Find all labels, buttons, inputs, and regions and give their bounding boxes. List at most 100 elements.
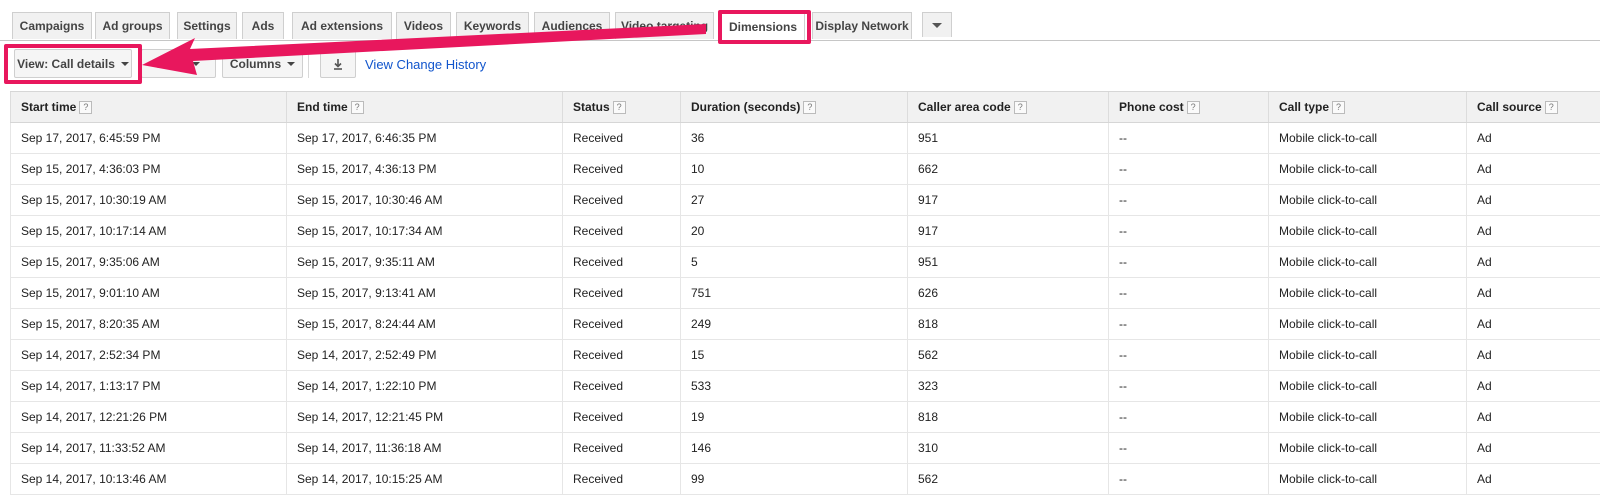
table-cell: Received — [563, 340, 681, 371]
table-cell: Sep 15, 2017, 10:30:46 AM — [287, 185, 563, 216]
table-cell: -- — [1109, 185, 1269, 216]
table-cell: Received — [563, 247, 681, 278]
table-cell: -- — [1109, 464, 1269, 495]
table-cell: Mobile click-to-call — [1269, 464, 1467, 495]
tab-campaigns[interactable]: Campaigns — [12, 12, 92, 39]
tab-videos[interactable]: Videos — [396, 12, 451, 39]
more-tabs-button[interactable] — [922, 12, 952, 37]
table-cell: Sep 14, 2017, 11:36:18 AM — [287, 433, 563, 464]
tab-bar: Campaigns Ad groups Settings Ads Ad exte… — [0, 0, 1600, 41]
table-cell: Received — [563, 278, 681, 309]
table-cell: 917 — [908, 216, 1109, 247]
table-cell: -- — [1109, 433, 1269, 464]
column-header[interactable]: Caller area code? — [908, 92, 1109, 123]
question-icon[interactable]: ? — [1187, 101, 1200, 114]
question-icon[interactable]: ? — [351, 101, 364, 114]
column-header[interactable]: Duration (seconds)? — [681, 92, 908, 123]
table-cell: Sep 14, 2017, 2:52:49 PM — [287, 340, 563, 371]
tab-ad-groups[interactable]: Ad groups — [95, 12, 170, 39]
table-cell: Mobile click-to-call — [1269, 402, 1467, 433]
table-cell: Ad — [1467, 154, 1600, 185]
table-cell: Sep 14, 2017, 12:21:45 PM — [287, 402, 563, 433]
question-icon[interactable]: ? — [613, 101, 626, 114]
table-cell: -- — [1109, 278, 1269, 309]
tab-ad-extensions[interactable]: Ad extensions — [292, 12, 392, 39]
column-header[interactable]: Start time? — [11, 92, 287, 123]
column-header[interactable]: Status? — [563, 92, 681, 123]
call-details-table: Start time?End time?Status?Duration (sec… — [10, 91, 1600, 495]
table-cell: Sep 15, 2017, 10:17:34 AM — [287, 216, 563, 247]
tab-dimensions[interactable]: Dimensions — [721, 12, 805, 41]
tab-ads[interactable]: Ads — [242, 12, 284, 39]
table-cell: 5 — [681, 247, 908, 278]
table-cell: Sep 17, 2017, 6:45:59 PM — [11, 123, 287, 154]
table-cell: Ad — [1467, 340, 1600, 371]
columns-dropdown-label: Columns — [230, 57, 281, 71]
table-cell: Ad — [1467, 185, 1600, 216]
table-cell: 951 — [908, 123, 1109, 154]
tab-settings[interactable]: Settings — [177, 12, 237, 39]
column-header-label: Start time — [21, 100, 76, 114]
table-cell: 917 — [908, 185, 1109, 216]
table-cell: Sep 17, 2017, 6:46:35 PM — [287, 123, 563, 154]
table-cell: Ad — [1467, 402, 1600, 433]
column-header-label: Call type — [1279, 100, 1329, 114]
table-row: Sep 15, 2017, 10:17:14 AMSep 15, 2017, 1… — [11, 216, 1600, 247]
table-row: Sep 15, 2017, 8:20:35 AMSep 15, 2017, 8:… — [11, 309, 1600, 340]
table-cell: Sep 15, 2017, 4:36:03 PM — [11, 154, 287, 185]
columns-dropdown[interactable]: Columns — [222, 49, 303, 78]
column-header-label: End time — [297, 100, 348, 114]
table-cell: Mobile click-to-call — [1269, 278, 1467, 309]
view-change-history-link[interactable]: View Change History — [365, 57, 486, 72]
column-header-label: Duration (seconds) — [691, 100, 800, 114]
question-icon[interactable]: ? — [1014, 101, 1027, 114]
table-cell: 323 — [908, 371, 1109, 402]
table-cell: 19 — [681, 402, 908, 433]
table-cell: Received — [563, 464, 681, 495]
table-cell: Received — [563, 309, 681, 340]
table-cell: Sep 15, 2017, 9:35:11 AM — [287, 247, 563, 278]
table-cell: Received — [563, 433, 681, 464]
download-icon — [331, 57, 345, 71]
table-cell: 533 — [681, 371, 908, 402]
table-cell: Sep 15, 2017, 8:20:35 AM — [11, 309, 287, 340]
table-cell: Ad — [1467, 309, 1600, 340]
table-cell: 626 — [908, 278, 1109, 309]
filter-dropdown[interactable]: Filter — [141, 49, 216, 78]
column-header[interactable]: Phone cost? — [1109, 92, 1269, 123]
table-cell: 951 — [908, 247, 1109, 278]
column-header[interactable]: Call type? — [1269, 92, 1467, 123]
table-cell: 818 — [908, 402, 1109, 433]
table-cell: Sep 14, 2017, 2:52:34 PM — [11, 340, 287, 371]
caret-down-icon — [192, 62, 200, 66]
tab-display-network[interactable]: Display Network — [812, 12, 912, 39]
table-cell: 20 — [681, 216, 908, 247]
column-header[interactable]: Call source? — [1467, 92, 1600, 123]
download-button[interactable] — [320, 49, 356, 78]
question-icon[interactable]: ? — [803, 101, 816, 114]
tab-video-targeting[interactable]: Video targeting — [615, 12, 714, 39]
question-icon[interactable]: ? — [1545, 101, 1558, 114]
table-row: Sep 15, 2017, 9:35:06 AMSep 15, 2017, 9:… — [11, 247, 1600, 278]
table-body: Sep 17, 2017, 6:45:59 PMSep 17, 2017, 6:… — [11, 123, 1600, 495]
table-cell: 27 — [681, 185, 908, 216]
table-cell: Mobile click-to-call — [1269, 185, 1467, 216]
table-cell: 751 — [681, 278, 908, 309]
question-icon[interactable]: ? — [79, 101, 92, 114]
caret-down-icon — [121, 62, 129, 66]
table-cell: Sep 14, 2017, 10:13:46 AM — [11, 464, 287, 495]
table-cell: Mobile click-to-call — [1269, 247, 1467, 278]
table-cell: -- — [1109, 402, 1269, 433]
table-cell: 249 — [681, 309, 908, 340]
tab-audiences[interactable]: Audiences — [534, 12, 610, 39]
question-icon[interactable]: ? — [1332, 101, 1345, 114]
table-cell: Ad — [1467, 123, 1600, 154]
column-header[interactable]: End time? — [287, 92, 563, 123]
view-dropdown-label: View: Call details — [17, 57, 115, 71]
table-cell: -- — [1109, 154, 1269, 185]
tab-keywords[interactable]: Keywords — [456, 12, 529, 39]
table-cell: Received — [563, 123, 681, 154]
table-cell: Received — [563, 402, 681, 433]
view-dropdown[interactable]: View: Call details — [14, 49, 132, 78]
table-cell: 10 — [681, 154, 908, 185]
